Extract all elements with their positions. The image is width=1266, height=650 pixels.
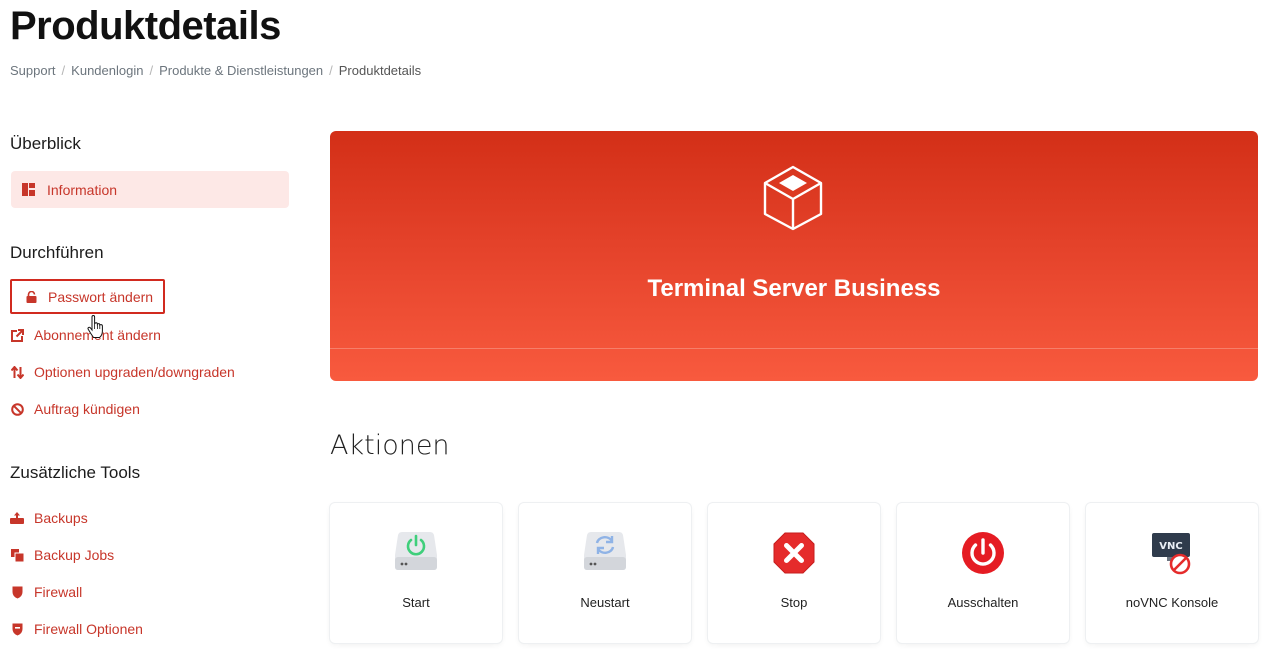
action-label: Start (402, 595, 430, 610)
shield-options-icon (10, 622, 24, 636)
action-restart-button[interactable]: Neustart (519, 503, 691, 643)
actions-grid: Start Neustart Stop Ausschalten VNC noVN… (330, 503, 1258, 643)
sidebar-item-change-subscription[interactable]: Abonnement ändern (10, 324, 161, 346)
sidebar-item-cancel-order[interactable]: Auftrag kündigen (10, 398, 140, 420)
page-title: Produktdetails (10, 4, 281, 48)
sort-arrows-icon (10, 365, 24, 379)
external-link-icon (10, 328, 24, 342)
sidebar-item-label: Information (47, 181, 118, 198)
vnc-disabled-icon: VNC (1150, 531, 1194, 575)
dashboard-icon (22, 182, 36, 197)
sidebar-item-label: Optionen upgraden/downgraden (34, 364, 235, 380)
hand-cursor-icon (87, 314, 103, 339)
sidebar-item-information[interactable]: Information (11, 171, 289, 208)
action-label: Ausschalten (947, 595, 1019, 610)
sidebar-item-label: Auftrag kündigen (34, 401, 140, 417)
sidebar-item-label: Passwort ändern (48, 288, 154, 305)
lock-icon (24, 290, 38, 304)
power-off-icon (961, 531, 1005, 575)
sidebar-item-backup-jobs[interactable]: Backup Jobs (10, 544, 114, 566)
stop-octagon-icon (772, 531, 816, 575)
action-stop-button[interactable]: Stop (708, 503, 880, 643)
product-hero-banner: Terminal Server Business (330, 131, 1258, 381)
sidebar-item-upgrade-options[interactable]: Optionen upgraden/downgraden (10, 361, 235, 383)
sidebar-item-label: Backups (34, 510, 88, 526)
action-label: Neustart (580, 595, 630, 610)
hero-divider (330, 348, 1258, 349)
breadcrumb-item-current: Produktdetails (338, 63, 422, 78)
sidebar-heading-tools: Zusätzliche Tools (10, 463, 141, 482)
sidebar-item-label: Firewall Optionen (34, 621, 143, 637)
sidebar-item-backups[interactable]: Backups (10, 507, 88, 529)
svg-text:VNC: VNC (1159, 541, 1182, 552)
action-shutdown-button[interactable]: Ausschalten (897, 503, 1069, 643)
cube-icon (762, 165, 824, 231)
action-label: noVNC Konsole (1125, 595, 1219, 610)
server-power-green-icon (394, 531, 438, 575)
breadcrumb-separator: / (61, 63, 66, 78)
action-start-button[interactable]: Start (330, 503, 502, 643)
sidebar-heading-run: Durchführen (10, 243, 104, 262)
ban-icon (10, 402, 24, 416)
breadcrumb-item-products[interactable]: Produkte & Dienstleistungen (159, 63, 323, 78)
actions-heading: Aktionen (330, 430, 450, 461)
sidebar-heading-overview: Überblick (10, 134, 81, 153)
breadcrumb-item-kundenlogin[interactable]: Kundenlogin (71, 63, 143, 78)
sidebar-item-label: Backup Jobs (34, 547, 115, 563)
sidebar-item-firewall-options[interactable]: Firewall Optionen (10, 618, 143, 640)
backup-icon (10, 511, 24, 525)
sidebar-item-change-password[interactable]: Passwort ändern (10, 279, 165, 314)
product-name: Terminal Server Business (647, 275, 941, 302)
action-vnc-console-button[interactable]: VNC noVNC Konsole (1086, 503, 1258, 643)
breadcrumb-item-support[interactable]: Support (10, 63, 56, 78)
breadcrumb-separator: / (149, 63, 154, 78)
shield-icon (10, 585, 24, 599)
server-restart-icon (583, 531, 627, 575)
sidebar-item-label: Firewall (34, 584, 83, 600)
copy-icon (10, 548, 24, 562)
sidebar-item-firewall[interactable]: Firewall (10, 581, 82, 603)
breadcrumb-separator: / (329, 63, 333, 78)
action-label: Stop (780, 595, 808, 610)
breadcrumb: Support / Kundenlogin / Produkte & Diens… (10, 63, 421, 78)
